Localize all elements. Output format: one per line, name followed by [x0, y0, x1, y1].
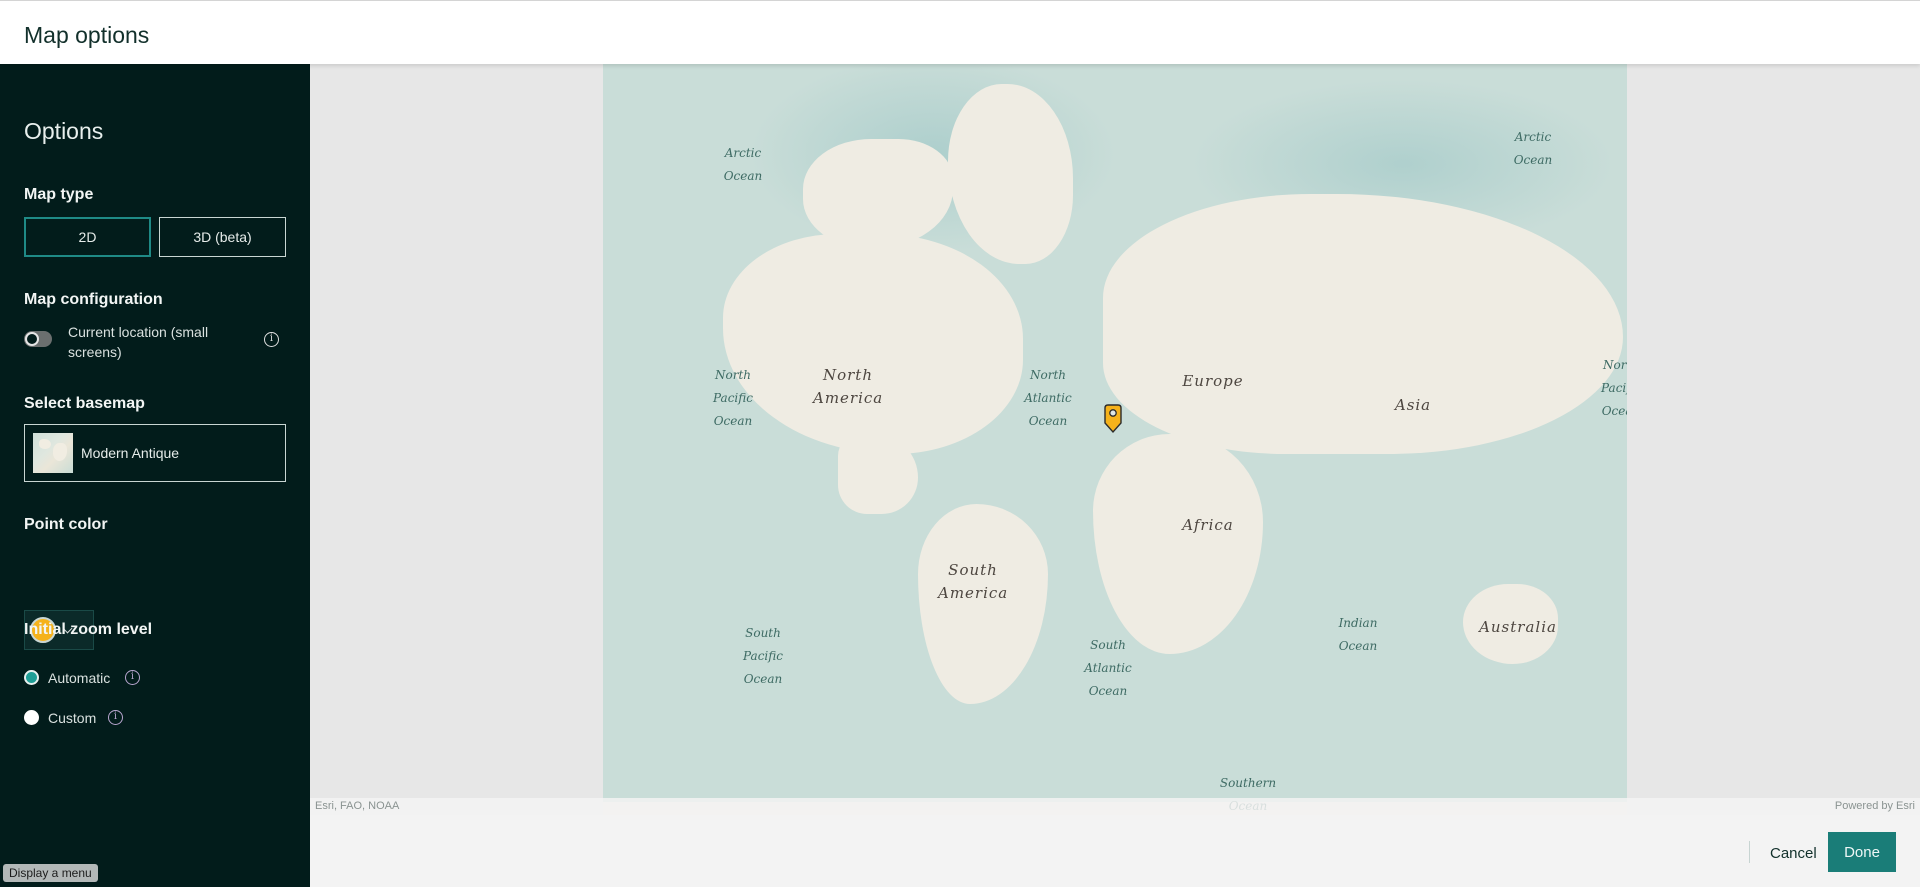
map-label: South Pacific Ocean	[743, 626, 783, 686]
basemap-thumbnail	[33, 433, 73, 473]
zoom-automatic-label: Automatic	[48, 670, 111, 686]
zoom-custom-label: Custom	[48, 710, 97, 726]
land-europe-asia	[1103, 194, 1623, 454]
divider	[1749, 841, 1750, 863]
map-type-2d-button[interactable]: 2D	[24, 217, 151, 257]
map-canvas[interactable]: Arctic Ocean Arctic Ocean North America Nor…	[603, 64, 1627, 815]
done-button[interactable]: Done	[1828, 832, 1896, 872]
map-label: South Atlantic Ocean	[1084, 638, 1132, 698]
cancel-button[interactable]: Cancel	[1762, 839, 1825, 867]
dialog-title: Map options	[24, 22, 150, 48]
current-location-toggle[interactable]	[24, 331, 52, 347]
map-label: South America	[938, 561, 1009, 602]
land-canadian-arctic	[803, 139, 953, 249]
map-label: Europe	[1182, 372, 1244, 390]
initial-zoom-label: Initial zoom level	[24, 621, 153, 638]
map-label: Indian Ocean	[1338, 616, 1378, 653]
map-type-label: Map type	[24, 186, 94, 203]
info-icon[interactable]: i	[125, 670, 140, 685]
zoom-custom-radio[interactable]	[24, 710, 39, 725]
map-type-3d-button[interactable]: 3D (beta)	[159, 217, 286, 257]
map-configuration-label: Map configuration	[24, 291, 163, 308]
panel-title: Options	[24, 118, 104, 144]
powered-by-esri[interactable]: Powered by Esri	[1835, 800, 1915, 812]
attribution-bar: Esri, FAO, NOAA Powered by Esri	[310, 798, 1920, 815]
tooltip: Display a menu	[3, 864, 98, 882]
map-label: NorthPacificOcean	[1601, 358, 1627, 418]
dialog-footer: Cancel Done	[310, 815, 1920, 887]
land-north-america	[723, 234, 1023, 454]
current-location-label: Current location (small screens)	[68, 324, 209, 360]
map-label: Africa	[1182, 516, 1234, 534]
land-africa	[1093, 434, 1263, 654]
map-attribution[interactable]: Esri, FAO, NOAA	[315, 800, 399, 812]
map-label: Asia	[1394, 396, 1432, 414]
select-basemap-label: Select basemap	[24, 395, 145, 412]
options-panel: Options Map type 2D 3D (beta) Map config…	[0, 64, 310, 887]
land-greenland	[948, 84, 1073, 264]
map-pin-icon[interactable]	[1103, 404, 1123, 434]
basemap-name: Modern Antique	[81, 445, 180, 461]
point-color-label: Point color	[24, 516, 108, 533]
toggle-knob	[25, 332, 39, 346]
zoom-automatic-radio[interactable]	[24, 670, 39, 685]
basemap-selector[interactable]: Modern Antique	[24, 424, 286, 482]
info-icon[interactable]: i	[264, 332, 279, 347]
dialog-header: Map options	[0, 0, 1920, 64]
info-icon[interactable]: i	[108, 710, 123, 725]
map-view[interactable]: Arctic Ocean Arctic Ocean North America Nor…	[310, 64, 1920, 815]
map-label: NorthPacificOcean	[713, 368, 753, 428]
map-label: Australia	[1479, 618, 1557, 636]
map-label: Arctic Ocean	[1513, 130, 1553, 167]
map-label: North Atlantic Ocean	[1024, 368, 1072, 428]
map-label: North America	[813, 366, 884, 407]
map-label: Arctic Ocean	[723, 146, 763, 183]
